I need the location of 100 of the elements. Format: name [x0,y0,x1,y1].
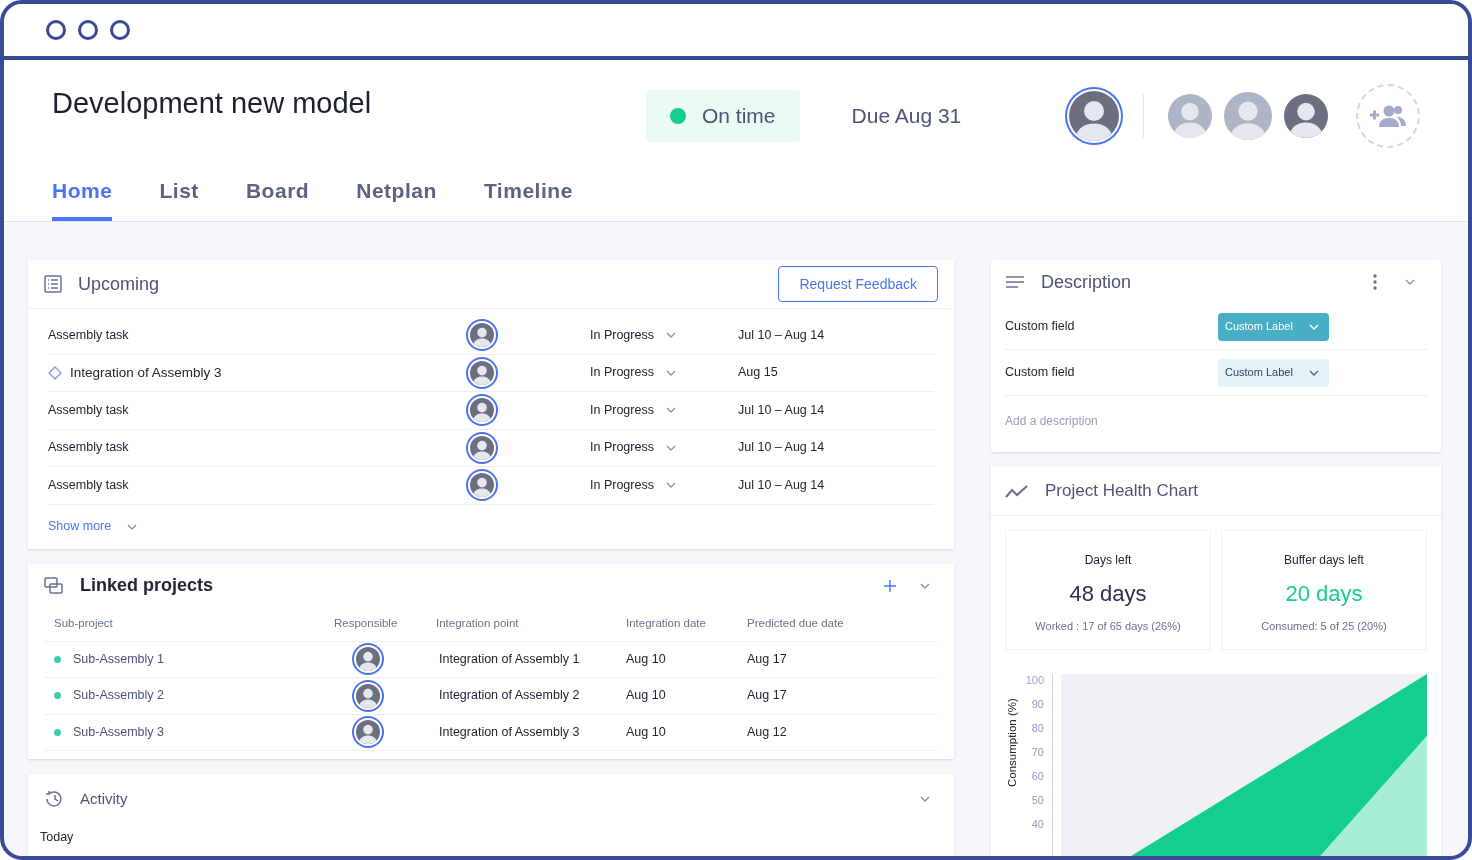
column-header: Integration date [626,616,707,632]
column-header: Predicted due date [747,616,844,632]
chevron-down-icon [1405,279,1415,285]
add-member-button[interactable] [1356,84,1420,148]
task-row[interactable]: Assembly task In Progress Jul 10 – Aug 14 [48,317,934,355]
y-axis-label: Consumption (%) [1005,697,1020,790]
linked-project-row[interactable]: Sub-Assembly 2 Integration of Assembly 2 Aug 10 Aug 17 [44,678,938,715]
integration-point: Integration of Assembly 2 [438,687,581,705]
avatar [470,435,494,460]
date-range: Jul 10 – Aug 14 [738,401,825,419]
field-label: Custom field [1005,364,1076,382]
chevron-down-icon [665,332,676,339]
due-date: Due Aug 31 [851,103,962,130]
activity-group-label: Today [39,830,75,844]
integration-point: Integration of Assembly 1 [438,650,581,668]
date-range: Jul 10 – Aug 14 [738,439,825,457]
status-dropdown[interactable]: In Progress [590,325,738,345]
avatar [1069,91,1119,141]
avatar [356,647,380,672]
chevron-down-icon [127,523,138,530]
integration-date: Aug 10 [626,723,667,741]
y-tick-label: 70 [1031,746,1044,760]
request-feedback-button[interactable]: Request Feedback [778,266,938,302]
stat-value: 20 days [1285,580,1363,608]
avatar [1224,92,1272,140]
avatar [356,683,380,708]
chevron-down-icon [665,407,676,414]
more-vertical-icon[interactable] [1373,274,1377,290]
field-label: Custom field [1005,318,1076,336]
label-dropdown[interactable]: Custom Label [1218,358,1329,387]
trend-line-icon [1005,483,1029,498]
nav-tab[interactable]: List [159,172,199,221]
stat-title: Buffer days left [1284,552,1364,569]
task-name: Assembly task [48,476,129,494]
stat-title: Days left [1084,552,1132,569]
task-name: Assembly task [48,401,129,419]
status-dropdown[interactable]: In Progress [590,475,738,495]
y-tick-label: 90 [1031,698,1044,712]
linked-project-row[interactable]: Sub-Assembly 3 Integration of Assembly 3 Aug 10 Aug 12 [44,714,938,751]
chevron-down-icon [1308,323,1319,330]
status-badge: On time [646,90,800,142]
task-name: Assembly task [48,439,129,457]
nav-tab[interactable]: Timeline [483,172,573,221]
task-row[interactable]: Assembly task In Progress Jul 10 – Aug 14 [48,429,934,467]
y-tick-label: 40 [1031,818,1044,832]
stat-value: 48 days [1069,580,1147,608]
task-name: Integration of Assembly 3 [70,363,222,382]
integration-point: Integration of Assembly 3 [438,723,581,741]
status-dropdown[interactable]: In Progress [590,400,738,420]
task-row[interactable]: Assembly task In Progress Jul 10 – Aug 14 [48,392,934,430]
column-header: Responsible [334,616,399,632]
date-range: Jul 10 – Aug 14 [738,476,825,494]
integration-date: Aug 10 [626,687,667,705]
predicted-due-date: Aug 12 [747,723,787,741]
date-range: Jul 10 – Aug 14 [738,326,825,344]
linked-windows-icon [44,576,64,595]
card-title: Project Health Chart [1045,479,1199,502]
nav-tab[interactable]: Netplan [356,172,437,221]
task-row[interactable]: Integration of Assembly 3 In Progress Aug 15 [48,354,934,392]
sub-project-name: Sub-Assembly 2 [73,687,164,705]
y-tick-label: 100 [1025,674,1044,688]
description-field[interactable]: Add a description [1005,412,1427,430]
diamond-icon [48,365,62,380]
sub-project-name: Sub-Assembly 1 [73,650,164,668]
avatar [470,360,494,385]
chevron-down-icon [920,796,930,802]
card-title: Description [1041,270,1132,294]
chevron-down-icon [665,444,676,451]
chevron-down-icon [665,369,676,376]
avatar [1284,94,1328,138]
predicted-due-date: Aug 17 [747,687,787,705]
card-title: Activity [80,788,128,809]
nav-tab[interactable]: Home [52,172,113,221]
nav-tab[interactable]: Board [245,172,310,221]
column-header: Sub-project [53,616,114,632]
linked-project-row[interactable]: Sub-Assembly 1 Integration of Assembly 1 Aug 10 Aug 17 [44,641,938,678]
status-dropdown[interactable]: In Progress [590,363,738,383]
avatar [470,323,494,348]
sub-project-name: Sub-Assembly 3 [73,723,164,741]
project-title: Development new model [52,86,373,122]
card-title: Linked projects [80,574,214,597]
avatar [470,398,494,423]
y-tick-label: 60 [1031,770,1044,784]
text-lines-icon [1005,275,1025,289]
avatar [356,720,380,745]
card-title: Upcoming [78,272,160,296]
avatar [470,473,494,498]
task-name: Assembly task [48,326,129,344]
column-header: Integration point [435,616,520,632]
chevron-down-icon [920,582,930,589]
date-range: Aug 15 [738,364,778,382]
show-more-link[interactable]: Show more [48,504,138,549]
plus-icon[interactable] [884,579,896,592]
chevron-down-icon [665,482,676,489]
task-row[interactable]: Assembly task In Progress Jul 10 – Aug 14 [48,467,934,505]
list-icon [44,275,62,293]
history-icon [44,790,64,808]
predicted-due-date: Aug 17 [747,650,787,668]
status-dropdown[interactable]: In Progress [590,438,738,458]
stat-note: Consumed: 5 of 25 (20%) [1261,619,1387,634]
